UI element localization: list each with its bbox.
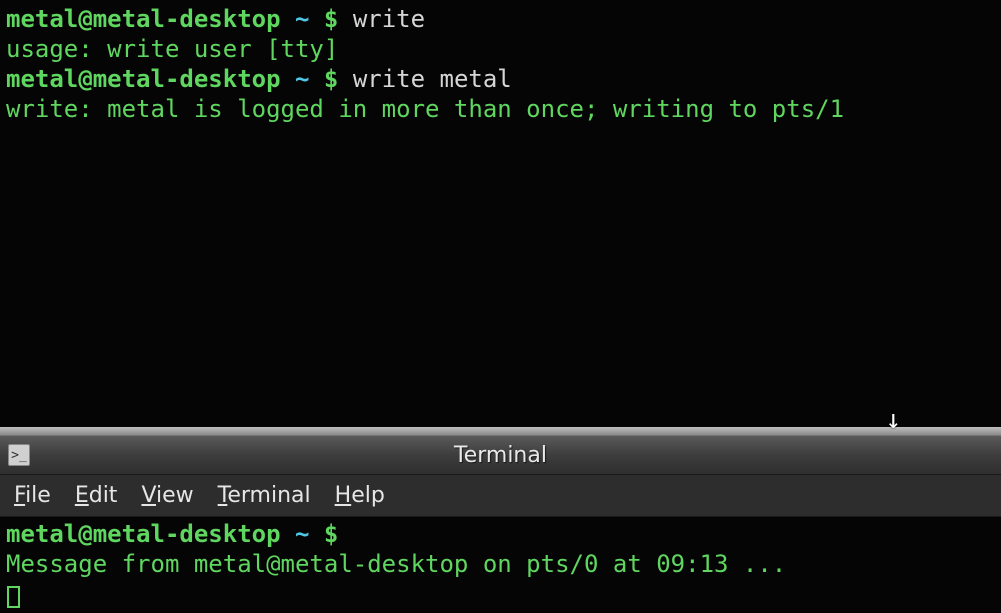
prompt-symbol: $ [324,520,353,548]
terminal-output: Message from metal@metal-desktop on pts/… [6,549,995,579]
text-cursor-icon [7,586,20,608]
terminal-window-icon: >_ [8,444,30,466]
menu-file[interactable]: File [14,483,51,508]
prompt-path: ~ [281,520,324,548]
window-separator: ↓ [0,427,1001,435]
menu-help[interactable]: Help [335,483,385,508]
terminal-line: metal@metal-desktop ~ $ write metal [6,64,995,94]
terminal-glyph-icon: >_ [11,448,27,463]
terminal-line: metal@metal-desktop ~ $ write [6,4,995,34]
window-title: Terminal [0,443,1001,468]
prompt-path: ~ [281,5,324,33]
menu-terminal[interactable]: Terminal [218,483,311,508]
prompt-user: metal@metal-desktop [6,520,281,548]
terminal-line: metal@metal-desktop ~ $ [6,519,995,549]
menu-bar: File Edit View Terminal Help [0,475,1001,517]
command-entered: write metal [353,65,512,93]
terminal-output: usage: write user [tty] [6,34,995,64]
terminal-output: write: metal is logged in more than once… [6,94,995,124]
prompt-user: metal@metal-desktop [6,65,281,93]
prompt-user: metal@metal-desktop [6,5,281,33]
download-arrow-icon: ↓ [885,405,901,435]
window-titlebar[interactable]: >_ Terminal [0,435,1001,475]
menu-view[interactable]: View [141,483,193,508]
prompt-path: ~ [281,65,324,93]
prompt-symbol: $ [324,65,353,93]
upper-terminal-pane[interactable]: metal@metal-desktop ~ $ write usage: wri… [0,0,1001,427]
command-entered: write [353,5,425,33]
lower-terminal-pane[interactable]: metal@metal-desktop ~ $ Message from met… [0,517,1001,613]
terminal-cursor-line [6,579,995,609]
prompt-symbol: $ [324,5,353,33]
menu-edit[interactable]: Edit [75,483,118,508]
